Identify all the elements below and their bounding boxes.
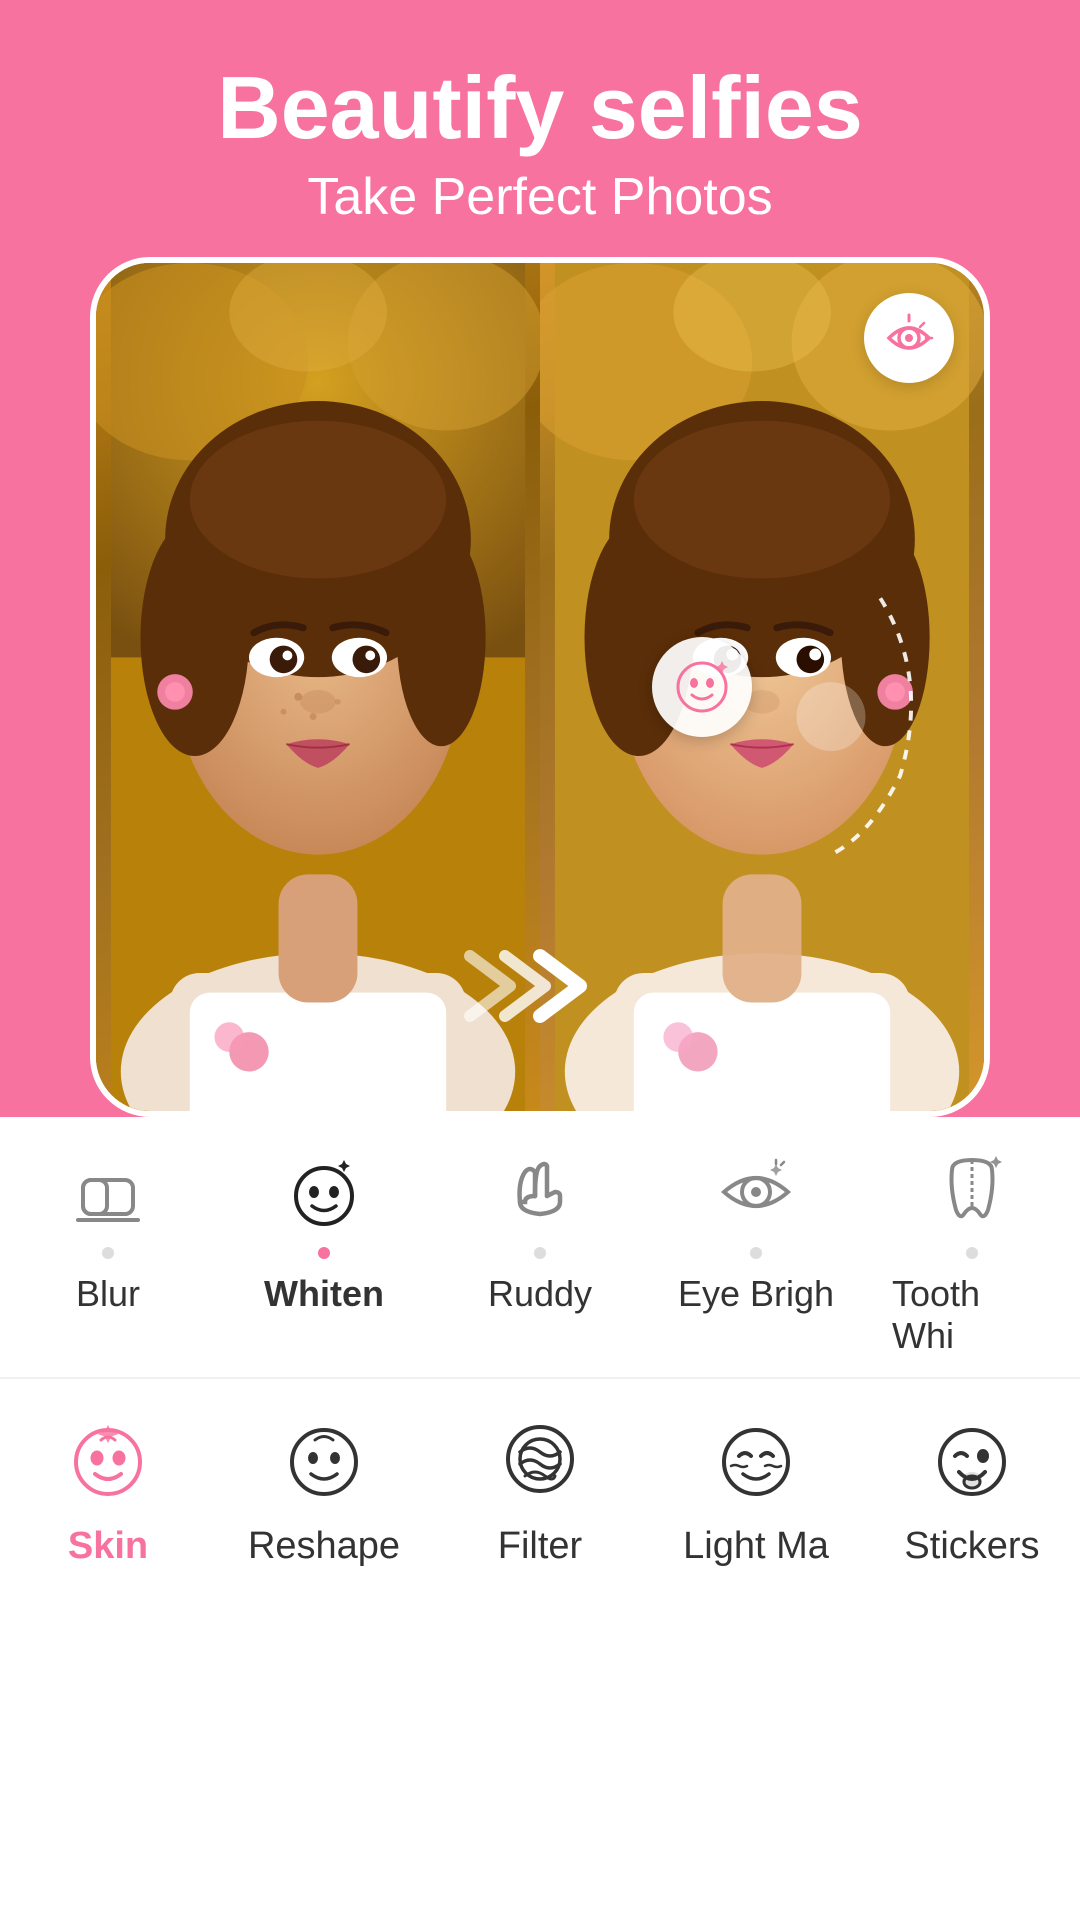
tooth-whiten-icon-wrap xyxy=(927,1147,1017,1237)
filter-icon-wrap xyxy=(490,1409,590,1509)
eye-brighten-label: Eye Brigh xyxy=(678,1273,834,1315)
stickers-icon-wrap xyxy=(922,1409,1022,1509)
main-navigation: Skin Reshape xyxy=(0,1379,1080,1608)
light-makeup-icon-wrap xyxy=(706,1409,806,1509)
whiten-label: Whiten xyxy=(264,1273,384,1315)
blur-icon-wrap xyxy=(63,1147,153,1237)
nav-light-makeup[interactable]: Light Ma xyxy=(666,1409,846,1568)
skin-label: Skin xyxy=(68,1525,148,1568)
feature-blur[interactable]: Blur xyxy=(28,1147,188,1315)
nav-stickers[interactable]: Stickers xyxy=(882,1409,1062,1568)
whiten-icon-wrap xyxy=(279,1147,369,1237)
nav-skin[interactable]: Skin xyxy=(18,1409,198,1568)
app-title: Beautify selfies xyxy=(40,60,1040,157)
feature-whiten[interactable]: Whiten xyxy=(244,1147,404,1315)
feature-toolbar: Blur Whiten xyxy=(0,1117,1080,1379)
feature-eye-brighten[interactable]: Eye Brigh xyxy=(676,1147,836,1315)
tooth-whiten-label: Tooth Whi xyxy=(892,1273,1052,1357)
stickers-label: Stickers xyxy=(904,1525,1039,1568)
filter-label: Filter xyxy=(498,1525,582,1568)
feature-ruddy[interactable]: Ruddy xyxy=(460,1147,620,1315)
app-header: Beautify selfies Take Perfect Photos xyxy=(0,0,1080,257)
whiten-dot xyxy=(318,1247,330,1259)
eye-brighten-dot xyxy=(750,1247,762,1259)
bottom-section: Blur Whiten xyxy=(0,1117,1080,1920)
blur-label: Blur xyxy=(76,1273,140,1315)
photo-comparison xyxy=(70,257,1010,1117)
feature-tooth-whiten[interactable]: Tooth Whi xyxy=(892,1147,1052,1357)
nav-filter[interactable]: Filter xyxy=(450,1409,630,1568)
photo-frame xyxy=(90,257,990,1117)
tooth-whiten-dot xyxy=(966,1247,978,1259)
ruddy-label: Ruddy xyxy=(488,1273,592,1315)
eye-toggle-button[interactable] xyxy=(864,293,954,383)
ruddy-icon-wrap xyxy=(495,1147,585,1237)
reshape-icon-wrap xyxy=(274,1409,374,1509)
eye-brighten-icon-wrap xyxy=(711,1147,801,1237)
compare-arrows xyxy=(460,946,620,1031)
app-subtitle: Take Perfect Photos xyxy=(40,167,1040,227)
nav-reshape[interactable]: Reshape xyxy=(234,1409,414,1568)
ruddy-dot xyxy=(534,1247,546,1259)
face-detect-button[interactable] xyxy=(652,637,752,737)
light-makeup-label: Light Ma xyxy=(683,1525,829,1568)
blur-dot xyxy=(102,1247,114,1259)
reshape-label: Reshape xyxy=(248,1525,400,1568)
skin-icon-wrap xyxy=(58,1409,158,1509)
